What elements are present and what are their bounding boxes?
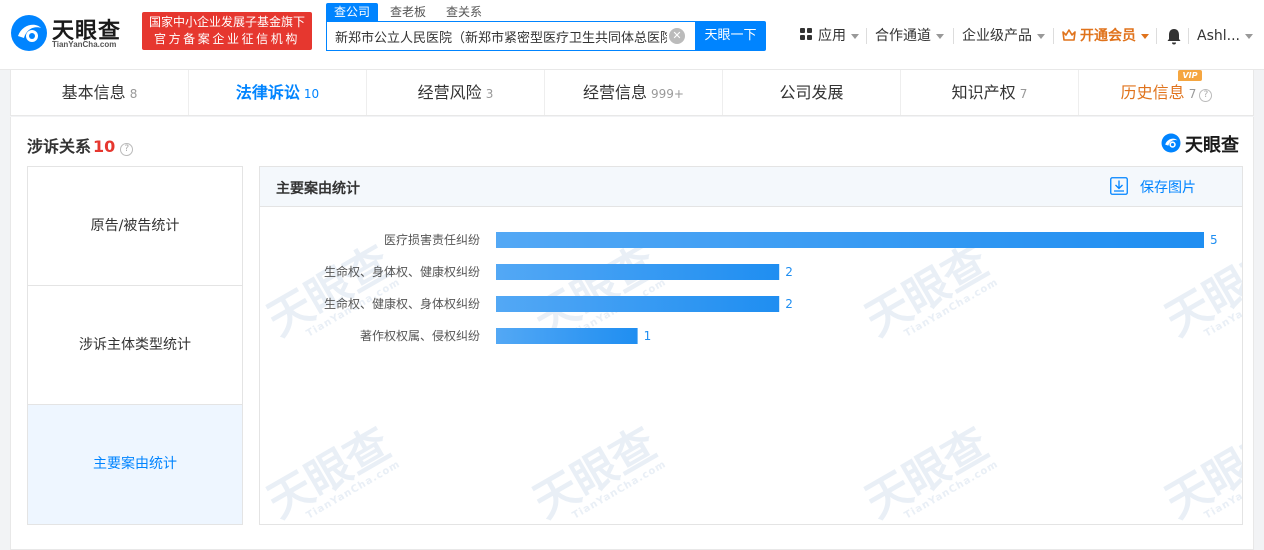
tab-risk[interactable]: 经营风险 3 (367, 70, 545, 115)
search-tab-company[interactable]: 查公司 (326, 3, 379, 21)
save-image-button[interactable]: 保存图片 (1110, 177, 1196, 197)
help-icon[interactable]: ? (120, 143, 134, 156)
tab-basic-info[interactable]: 基本信息 8 (11, 70, 189, 115)
bar-category-label: 医疗损害责任纠纷 (384, 232, 480, 247)
chevron-down-icon (851, 33, 859, 39)
gov-badge-line2: 官方备案企业征信机构 (153, 32, 300, 46)
tab-label: 公司发展 (779, 83, 844, 102)
nav-enterprise[interactable]: 企业级产品 (962, 26, 1045, 46)
tab-count: 999+ (651, 87, 684, 101)
nav-enterprise-label: 企业级产品 (962, 28, 1032, 44)
crown-icon (1062, 29, 1076, 41)
logo-subtext: TianYanCha.com (52, 40, 117, 49)
tab-count: 7 (1188, 87, 1197, 101)
section-count: 10 (93, 137, 116, 156)
tab-label: 基本信息 (61, 83, 126, 102)
nav-vip[interactable]: 开通会员 (1062, 26, 1149, 46)
clear-icon[interactable]: ✕ (669, 28, 685, 44)
stat-menu: 原告/被告统计 涉诉主体类型统计 主要案由统计 (27, 166, 243, 525)
site-logo[interactable]: 天眼查 TianYanCha.com (10, 12, 136, 52)
stat-menu-item-main-cause[interactable]: 主要案由统计 (28, 405, 242, 524)
bar-category-label: 生命权、健康权、身体权纠纷 (324, 296, 480, 311)
chevron-down-icon (1037, 33, 1045, 39)
tab-label: 历史信息 (1120, 83, 1185, 102)
nav-divider (953, 28, 954, 44)
gov-badge-line1: 国家中小企业发展子基金旗下 (148, 15, 305, 29)
stat-menu-item-plaintiff-defendant[interactable]: 原告/被告统计 (28, 167, 242, 286)
tianyancha-logo-icon (1161, 133, 1181, 153)
bar[interactable] (496, 328, 638, 344)
bar-value-label: 5 (1210, 233, 1218, 247)
bar[interactable] (496, 264, 780, 280)
user-name: Ashl... (1197, 28, 1240, 44)
tab-ip[interactable]: 知识产权 7 (901, 70, 1079, 115)
main-cause-bar-chart: 医疗损害责任纠纷 5 生命权、身体权、健康权纠纷 2 生命权、健康权、身体权纠纷 2 著作权… (324, 232, 1218, 344)
company-tabs: 基本信息 8 法律诉讼 10 经营风险 3 经营信息 999+ 公司发展 知识产权 7 历… (10, 70, 1254, 116)
tab-count: 10 (303, 87, 320, 101)
bar[interactable] (496, 296, 780, 312)
save-image-label: 保存图片 (1140, 180, 1196, 196)
nav-apps[interactable]: 应用 (800, 26, 859, 46)
help-icon[interactable]: ? (1199, 89, 1213, 102)
search-tab-boss[interactable]: 查老板 (382, 3, 434, 21)
section-title: 涉诉关系 10? (27, 133, 134, 157)
gov-badge: 国家中小企业发展子基金旗下 官方备案企业征信机构 (142, 12, 312, 50)
search-input[interactable] (327, 22, 667, 50)
nav-divider (1156, 28, 1157, 44)
tab-legal[interactable]: 法律诉讼 10 (189, 70, 367, 115)
stat-menu-item-subject-type[interactable]: 涉诉主体类型统计 (28, 286, 242, 405)
bar-category-label: 著作权权属、侵权纠纷 (360, 328, 480, 343)
tab-operation[interactable]: 经营信息 999+ (545, 70, 723, 115)
bar-value-label: 2 (785, 297, 793, 311)
bar-category-label: 生命权、身体权、健康权纠纷 (324, 264, 480, 279)
chart-title: 主要案由统计 (276, 181, 360, 197)
chart-panel: 主要案由统计 保存图片 天眼查TianYanCha.com 天眼查TianYan… (259, 166, 1243, 525)
chevron-down-icon (1244, 33, 1253, 39)
user-menu[interactable]: Ashl... (1197, 26, 1253, 46)
brand-text: 天眼查 (1185, 135, 1239, 156)
nav-apps-label: 应用 (818, 28, 846, 44)
litigation-card: 涉诉关系 10? 天眼查 原告/被告统计 涉诉主体类型统计 主要案由统计 主要案由… (10, 117, 1254, 550)
tab-count: 8 (129, 87, 138, 101)
tab-count: 3 (485, 87, 494, 101)
bar-value-label: 2 (785, 265, 793, 279)
tianyancha-logo-icon (11, 15, 47, 51)
tab-label: 经营风险 (417, 83, 482, 102)
nav-divider (1188, 28, 1189, 44)
tab-label: 经营信息 (583, 83, 648, 102)
chevron-down-icon (936, 33, 944, 39)
tab-count: 7 (1019, 87, 1028, 101)
tab-label: 法律诉讼 (235, 83, 300, 102)
nav-vip-label: 开通会员 (1080, 28, 1136, 44)
tab-history[interactable]: 历史信息 7? (1079, 70, 1254, 115)
bar[interactable] (496, 232, 1204, 248)
download-icon (1110, 177, 1128, 195)
brand-mark: 天眼查 (1161, 131, 1245, 156)
bar-value-label: 1 (644, 329, 652, 343)
nav-cooperation-label: 合作通道 (875, 28, 931, 44)
search-box: ✕ (326, 21, 696, 51)
nav-divider (866, 28, 867, 44)
bell-icon[interactable] (1166, 28, 1182, 45)
chart-header: 主要案由统计 保存图片 (260, 167, 1242, 207)
top-header: 天眼查 TianYanCha.com 国家中小企业发展子基金旗下 官方备案企业征… (0, 0, 1264, 70)
chevron-down-icon (1141, 33, 1149, 39)
nav-cooperation[interactable]: 合作通道 (875, 26, 944, 46)
grid-icon (800, 28, 813, 41)
tab-development[interactable]: 公司发展 (723, 70, 901, 115)
nav-divider (1053, 28, 1054, 44)
search-tab-relation[interactable]: 查关系 (438, 3, 490, 21)
vip-badge: VIP (1178, 70, 1202, 81)
section-title-text: 涉诉关系 (27, 137, 92, 156)
search-button[interactable]: 天眼一下 (695, 21, 766, 51)
tab-label: 知识产权 (951, 83, 1016, 102)
